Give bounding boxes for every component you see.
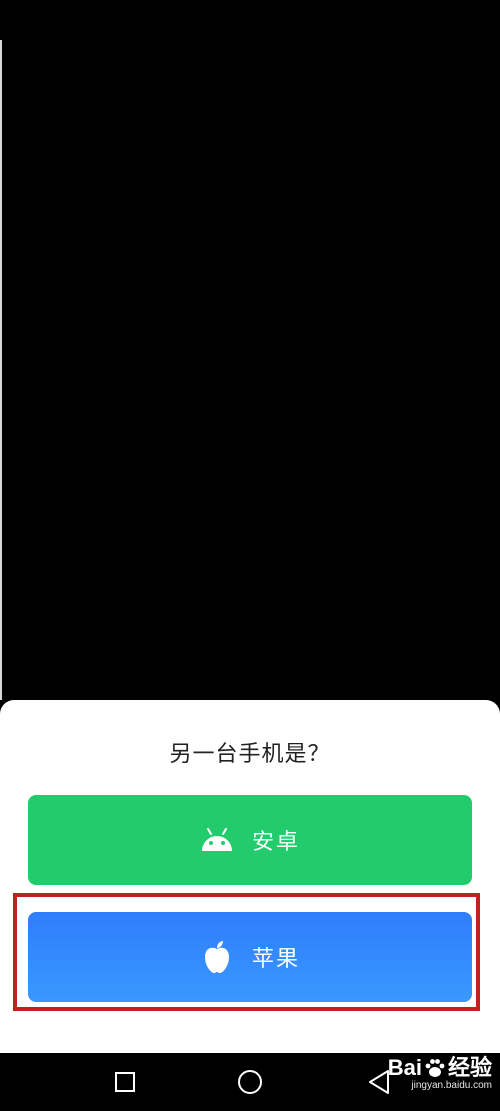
apple-icon [200,941,234,973]
watermark-logo: Bai 经验 [388,1056,492,1080]
device-choice-sheet: 另一台手机是？ 安卓 苹果 [0,700,500,1053]
watermark-url: jingyan.baidu.com [411,1080,492,1091]
phone-screen: 另一台手机是？ 安卓 苹果 Bai 经验 jingyan.baidu.com [0,0,500,1111]
android-icon [200,825,234,855]
watermark-logo-right: 经验 [447,1055,492,1080]
android-option-label: 安卓 [251,830,300,855]
android-option-button[interactable]: 安卓 [28,795,472,885]
apple-option-label: 苹果 [251,947,300,972]
baidu-jingyan-watermark: Bai 经验 jingyan.baidu.com [388,1056,492,1092]
square-recent-icon[interactable] [112,1069,138,1095]
apple-option-button[interactable]: 苹果 [28,912,472,1002]
sheet-title: 另一台手机是？ [169,742,331,767]
circle-home-icon[interactable] [237,1069,263,1095]
dark-background-area [0,0,500,700]
screen-edge-line [0,40,2,700]
watermark-logo-left: Bai [387,1055,422,1080]
paw-icon [424,1057,446,1079]
